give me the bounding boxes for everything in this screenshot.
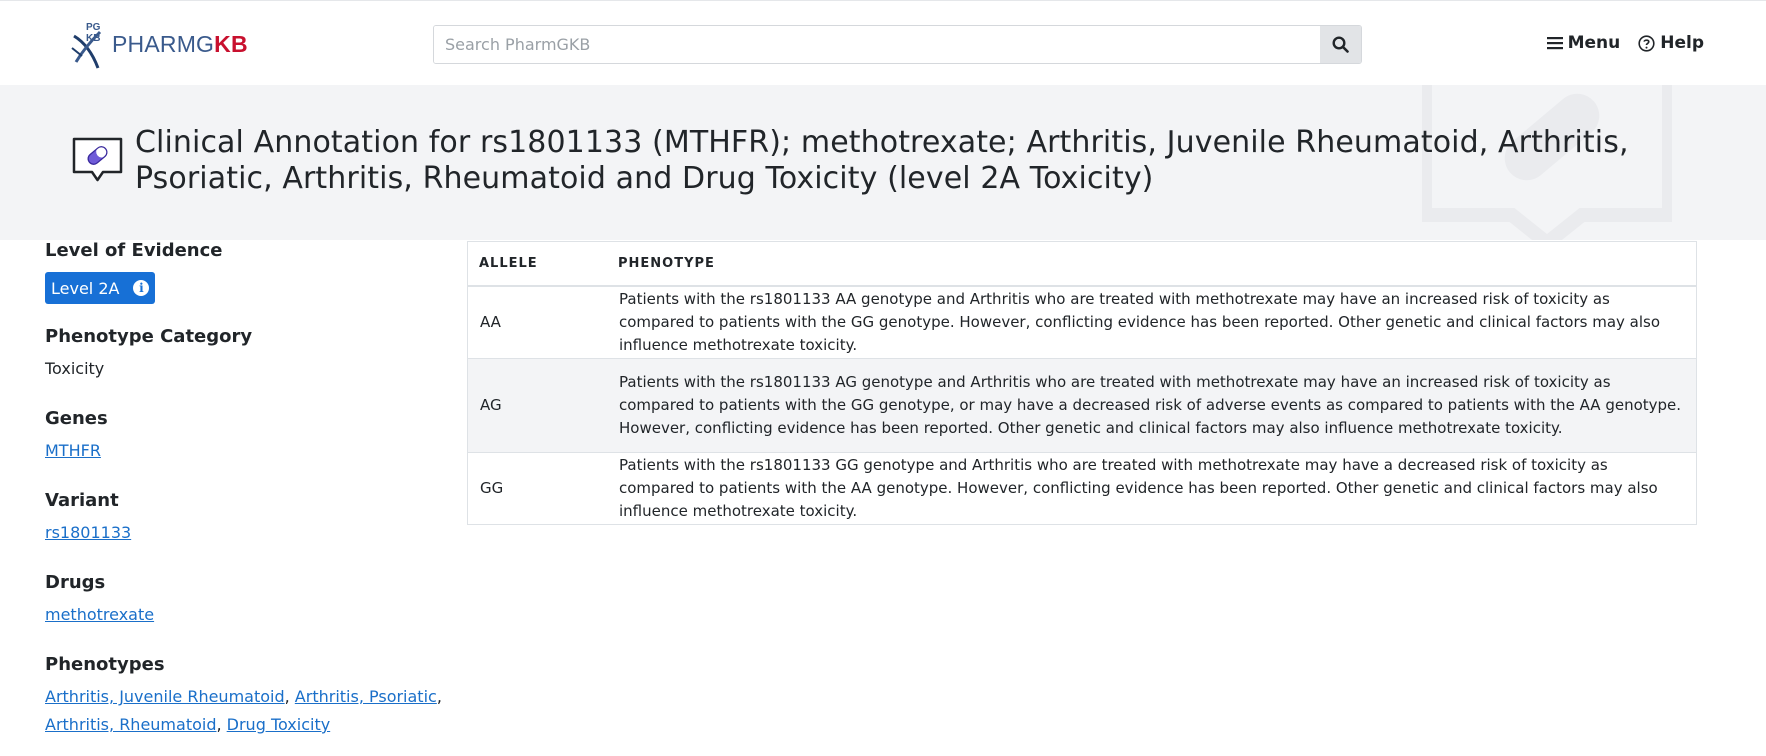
allele-cell: AA [468, 285, 607, 358]
column-header-allele[interactable]: ALLELE [468, 242, 607, 287]
info-icon[interactable]: i [133, 280, 150, 296]
phenotype-link-rheumatoid[interactable]: Arthritis, Rheumatoid [45, 715, 216, 734]
table-row: AA Patients with the rs1801133 AA genoty… [468, 285, 1696, 358]
phenotypes-section: Phenotypes Arthritis, Juvenile Rheumatoi… [45, 654, 445, 739]
phenotype-cell: Patients with the rs1801133 AG genotype … [607, 357, 1696, 452]
menu-button[interactable]: Menu [1546, 33, 1621, 53]
phenotype-category-label: Phenotype Category [45, 326, 253, 347]
genes-section: Genes MTHFR [45, 408, 108, 460]
phenotype-link-juvenile-rheumatoid[interactable]: Arthritis, Juvenile Rheumatoid [45, 687, 285, 706]
level-badge[interactable]: Level 2A i [45, 272, 156, 304]
level-badge-text: Level 2A [51, 278, 120, 298]
allele-cell: GG [468, 451, 607, 524]
pill-speech-bubble-icon [72, 137, 123, 182]
pharmgkb-logo[interactable]: PG KB PHARMGKB [70, 18, 248, 70]
drugs-label: Drugs [45, 572, 106, 593]
drugs-section: Drugs methotrexate [45, 572, 154, 624]
phenotype-cell: Patients with the rs1801133 GG genotype … [607, 451, 1696, 524]
table-row: GG Patients with the rs1801133 GG genoty… [468, 451, 1696, 524]
phenotypes-label: Phenotypes [45, 654, 165, 675]
variant-link[interactable]: rs1801133 [45, 523, 131, 542]
search-button[interactable] [1320, 26, 1361, 63]
question-circle-icon [1638, 34, 1655, 52]
phenotype-cell: Patients with the rs1801133 AA genotype … [607, 285, 1696, 358]
search-bar [433, 25, 1362, 64]
logo-wordmark-kb: KB [214, 30, 248, 57]
genes-label: Genes [45, 408, 108, 429]
top-navbar: PG KB PHARMGKB Menu [0, 0, 1766, 85]
help-label: Help [1660, 33, 1704, 53]
phenotype-link-psoriatic[interactable]: Arthritis, Psoriatic [295, 687, 437, 706]
allele-cell: AG [468, 357, 607, 452]
column-header-phenotype[interactable]: PHENOTYPE [607, 242, 1696, 287]
main-nav: Menu Help [1546, 33, 1704, 53]
page-title: Clinical Annotation for rs1801133 (MTHFR… [135, 125, 1629, 196]
phenotype-link-drug-toxicity[interactable]: Drug Toxicity [227, 715, 331, 734]
pgkb-logo-mark-icon: PG KB [70, 18, 108, 70]
phenotype-category-section: Phenotype Category Toxicity [45, 326, 252, 378]
variant-section: Variant rs1801133 [45, 490, 131, 542]
search-icon [1332, 36, 1349, 53]
table-header-row: ALLELE PHENOTYPE [468, 242, 1696, 287]
phenotype-category-value: Toxicity [45, 359, 105, 378]
svg-text:PG: PG [86, 22, 101, 33]
variant-label: Variant [45, 490, 119, 511]
help-button[interactable]: Help [1638, 33, 1704, 53]
page-header: Clinical Annotation for rs1801133 (MTHFR… [0, 85, 1766, 240]
logo-wordmark-pharm: PHARMG [112, 30, 215, 57]
menu-label: Menu [1567, 33, 1621, 53]
level-of-evidence-section: Level of Evidence Level 2A i [45, 240, 223, 304]
gene-link[interactable]: MTHFR [45, 441, 101, 460]
phenotype-links: Arthritis, Juvenile Rheumatoid, Arthriti… [45, 687, 442, 734]
logo-wordmark: PHARMGKB [112, 31, 248, 58]
table-row: AG Patients with the rs1801133 AG genoty… [468, 357, 1696, 452]
hamburger-icon [1546, 37, 1563, 50]
level-of-evidence-label: Level of Evidence [45, 240, 223, 261]
search-input[interactable] [434, 26, 1320, 63]
svg-text:KB: KB [86, 33, 100, 44]
drug-link[interactable]: methotrexate [45, 605, 154, 624]
allele-phenotype-table: ALLELE PHENOTYPE AA Patients with the rs… [467, 241, 1697, 525]
